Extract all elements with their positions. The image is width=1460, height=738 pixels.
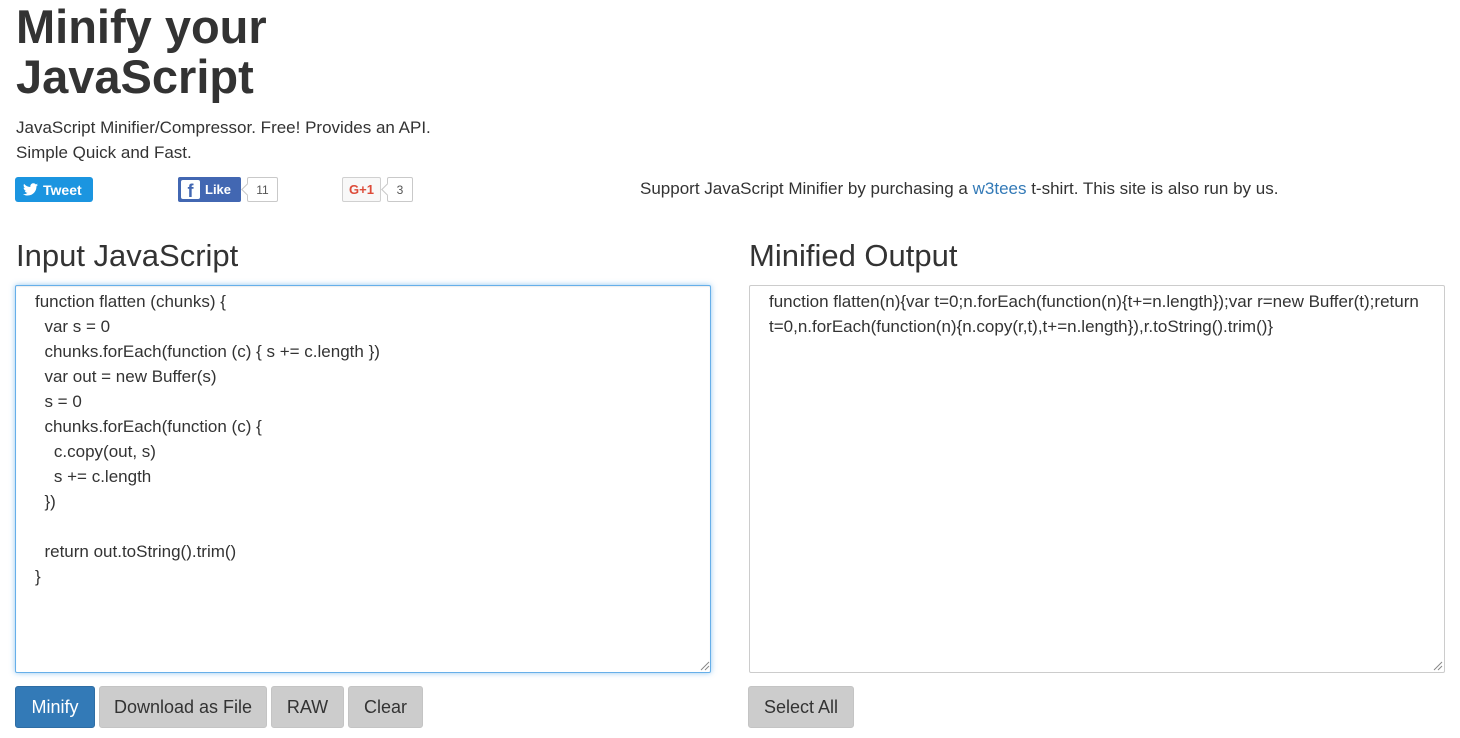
- select-all-button[interactable]: Select All: [748, 686, 854, 728]
- twitter-bird-icon: [23, 183, 38, 196]
- like-label: Like: [205, 182, 232, 197]
- gplus-label: G+1: [349, 182, 374, 197]
- download-file-button[interactable]: Download as File: [99, 686, 267, 728]
- support-message: Support JavaScript Minifier by purchasin…: [640, 178, 1278, 200]
- support-suffix: t-shirt. This site is also run by us.: [1026, 179, 1279, 198]
- w3tees-link[interactable]: w3tees: [973, 179, 1027, 198]
- resize-handle-icon[interactable]: [700, 661, 710, 671]
- clear-button[interactable]: Clear: [348, 686, 423, 728]
- tweet-button[interactable]: Tweet: [15, 177, 93, 202]
- minified-output-textarea[interactable]: function flatten(n){var t=0;n.forEach(fu…: [749, 285, 1445, 673]
- page-subtitle: JavaScript Minifier/Compressor. Free! Pr…: [16, 115, 431, 165]
- google-plus-button[interactable]: G+1: [342, 177, 381, 202]
- tweet-label: Tweet: [43, 181, 82, 198]
- output-section-title: Minified Output: [749, 238, 958, 273]
- page-title: Minify your JavaScript: [16, 0, 267, 103]
- like-count: 11: [247, 177, 278, 202]
- input-javascript-textarea[interactable]: function flatten (chunks) { var s = 0 ch…: [15, 285, 711, 673]
- raw-button[interactable]: RAW: [271, 686, 344, 728]
- facebook-like-button[interactable]: f Like: [178, 177, 241, 202]
- resize-handle-icon[interactable]: [1433, 661, 1443, 671]
- subtitle-line-2: Simple Quick and Fast.: [16, 143, 192, 162]
- subtitle-line-1: JavaScript Minifier/Compressor. Free! Pr…: [16, 118, 431, 137]
- support-prefix: Support JavaScript Minifier by purchasin…: [640, 179, 973, 198]
- input-section-title: Input JavaScript: [16, 238, 239, 273]
- minify-button[interactable]: Minify: [15, 686, 95, 728]
- gplus-count: 3: [387, 177, 413, 202]
- facebook-logo-icon: f: [181, 180, 200, 199]
